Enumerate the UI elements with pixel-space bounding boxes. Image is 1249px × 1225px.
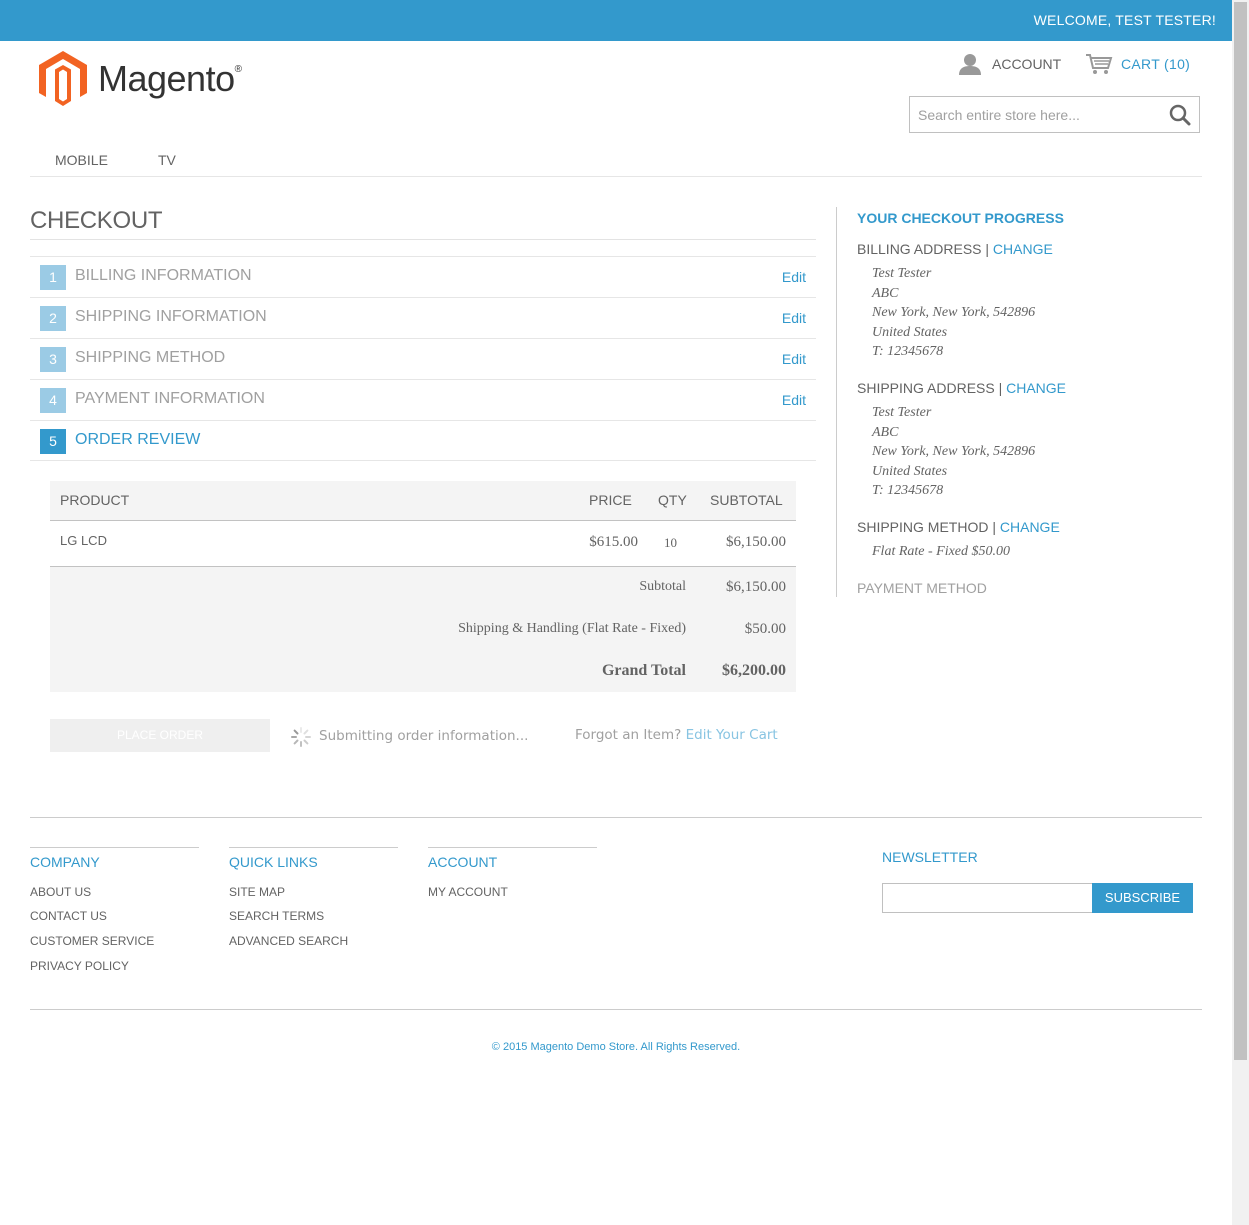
newsletter-title: NEWSLETTER — [882, 849, 978, 865]
product-price: $615.00 — [589, 534, 638, 550]
footer-link-site-map[interactable]: SITE MAP — [229, 885, 285, 899]
footer-quick-links: QUICK LINKS SITE MAP SEARCH TERMS ADVANC… — [229, 847, 398, 948]
search-icon[interactable] — [1169, 104, 1191, 126]
progress-title: YOUR CHECKOUT PROGRESS — [857, 210, 1064, 226]
welcome-message: WELCOME, TEST TESTER! — [1033, 12, 1216, 28]
newsletter-email-input[interactable] — [882, 883, 1093, 913]
step-billing[interactable]: 1 BILLING INFORMATION Edit — [30, 256, 816, 298]
table-row: LG LCD $615.00 10 $6,150.00 — [50, 521, 796, 567]
scrollbar-thumb[interactable] — [1234, 2, 1247, 1060]
footer-company-title: COMPANY — [30, 854, 100, 870]
footer-link-customer-service[interactable]: CUSTOMER SERVICE — [30, 934, 154, 948]
subtotal-value: $6,150.00 — [726, 579, 786, 595]
edit-payment-link[interactable]: Edit — [782, 392, 806, 408]
footer-link-advanced-search[interactable]: ADVANCED SEARCH — [229, 934, 348, 948]
checkout-progress: YOUR CHECKOUT PROGRESS BILLING ADDRESS |… — [836, 207, 1217, 597]
product-qty: 10 — [664, 535, 677, 550]
shipping-label: Shipping & Handling (Flat Rate - Fixed) — [458, 621, 686, 636]
header-price: PRICE — [589, 492, 632, 508]
step-number: 3 — [40, 347, 66, 372]
step-payment[interactable]: 4 PAYMENT INFORMATION Edit — [30, 379, 816, 421]
step-label: BILLING INFORMATION — [75, 267, 252, 284]
payment-method-title: PAYMENT METHOD — [857, 580, 987, 596]
welcome-bar: WELCOME, TEST TESTER! — [0, 0, 1232, 41]
step-shipping-method[interactable]: 3 SHIPPING METHOD Edit — [30, 338, 816, 380]
shipping-method-title: SHIPPING METHOD | CHANGE — [857, 519, 1060, 535]
cart-link[interactable]: CART (10) — [1085, 52, 1190, 76]
cart-label: CART (10) — [1121, 56, 1191, 72]
footer-link-privacy[interactable]: PRIVACY POLICY — [30, 959, 129, 973]
step-number: 2 — [40, 306, 66, 331]
product-name: LG LCD — [60, 533, 107, 548]
billing-address-title: BILLING ADDRESS | CHANGE — [857, 241, 1053, 257]
footer-quick-title: QUICK LINKS — [229, 854, 318, 870]
submitting-status: Submitting order information... — [319, 728, 529, 744]
store-logo[interactable]: Magento® — [38, 50, 242, 110]
nav-item-tv[interactable]: TV — [158, 152, 176, 168]
header-subtotal: SUBTOTAL — [710, 492, 783, 508]
search-box — [909, 96, 1200, 133]
edit-shipping-link[interactable]: Edit — [782, 310, 806, 326]
product-subtotal: $6,150.00 — [726, 534, 786, 550]
step-shipping[interactable]: 2 SHIPPING INFORMATION Edit — [30, 297, 816, 339]
search-input[interactable] — [910, 97, 1160, 132]
edit-billing-link[interactable]: Edit — [782, 269, 806, 285]
footer-divider — [30, 817, 1202, 818]
cart-icon — [1086, 54, 1113, 74]
divider — [30, 460, 816, 461]
user-icon — [959, 54, 981, 75]
edit-shipping-method-link[interactable]: Edit — [782, 351, 806, 367]
shipping-value: $50.00 — [744, 621, 786, 637]
cart-count: (10) — [1164, 56, 1191, 72]
step-label: PAYMENT INFORMATION — [75, 390, 265, 407]
footer-account: ACCOUNT MY ACCOUNT — [428, 847, 597, 899]
step-number: 4 — [40, 388, 66, 413]
step-label: SHIPPING METHOD — [75, 349, 226, 366]
subscribe-button[interactable]: SUBSCRIBE — [1092, 883, 1193, 913]
footer-link-contact[interactable]: CONTACT US — [30, 909, 107, 923]
footer-bottom-divider — [30, 1009, 1202, 1010]
footer-link-search-terms[interactable]: SEARCH TERMS — [229, 909, 324, 923]
step-number: 5 — [40, 429, 66, 454]
magento-logo-icon — [39, 51, 87, 106]
header-qty: QTY — [658, 492, 687, 508]
order-totals: Subtotal $6,150.00 Shipping & Handling (… — [50, 567, 796, 692]
change-shipping-link[interactable]: CHANGE — [1006, 380, 1066, 396]
place-order-button[interactable]: PLACE ORDER — [50, 719, 270, 752]
shipping-address: Test Tester ABC New York, New York, 5428… — [872, 405, 1036, 498]
step-order-review: 5 ORDER REVIEW — [30, 420, 816, 462]
shipping-method-value: Flat Rate - Fixed $50.00 — [872, 544, 1011, 559]
footer-company: COMPANY ABOUT US CONTACT US CUSTOMER SER… — [30, 847, 199, 973]
footer-link-about[interactable]: ABOUT US — [30, 885, 91, 899]
change-method-link[interactable]: CHANGE — [1000, 519, 1060, 535]
nav-item-mobile[interactable]: MOBILE — [55, 152, 108, 168]
main-navigation: MOBILE TV — [30, 150, 1202, 177]
step-number: 1 — [40, 265, 66, 290]
shipping-address-title: SHIPPING ADDRESS | CHANGE — [857, 380, 1067, 396]
footer-account-title: ACCOUNT — [428, 854, 498, 870]
grand-total-value: $6,200.00 — [722, 662, 786, 679]
account-label: ACCOUNT — [992, 56, 1062, 72]
grand-total-label: Grand Total — [601, 662, 686, 679]
table-header: PRODUCT PRICE QTY SUBTOTAL — [50, 481, 796, 521]
footer-link-my-account[interactable]: MY ACCOUNT — [428, 885, 508, 899]
step-label: ORDER REVIEW — [75, 431, 201, 448]
loading-spinner-icon — [291, 727, 311, 747]
step-label: SHIPPING INFORMATION — [75, 308, 267, 325]
edit-cart-link[interactable]: Edit Your Cart — [686, 727, 778, 743]
billing-address: Test Tester ABC New York, New York, 5428… — [872, 266, 1036, 359]
subtotal-label: Subtotal — [639, 579, 686, 594]
copyright: © 2015 Magento Demo Store. All Rights Re… — [491, 1041, 741, 1053]
page-title: CHECKOUT — [30, 207, 816, 240]
forgot-item-text: Forgot an Item? Edit Your Cart — [575, 727, 778, 743]
account-link[interactable]: ACCOUNT — [958, 52, 1061, 76]
header-product: PRODUCT — [60, 492, 130, 508]
logo-wordmark: Magento® — [98, 58, 242, 99]
change-billing-link[interactable]: CHANGE — [993, 241, 1053, 257]
